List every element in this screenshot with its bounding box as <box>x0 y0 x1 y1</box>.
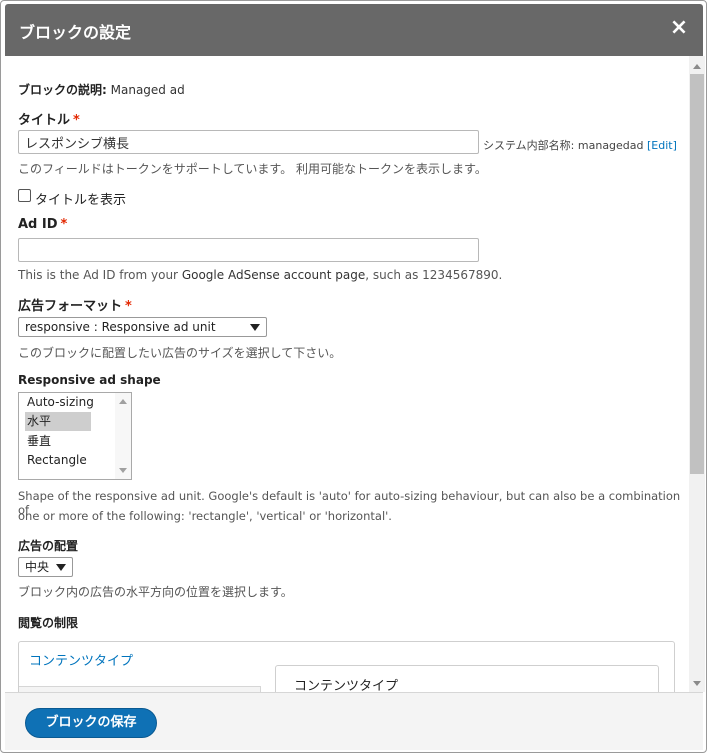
listbox-scrollbar[interactable] <box>115 393 131 479</box>
content-types-pane: コンテンツタイプ <box>275 665 659 692</box>
ad-format-label: 広告フォーマット * <box>18 295 132 314</box>
ad-shape-option[interactable]: Rectangle <box>25 451 87 470</box>
chevron-down-icon <box>250 324 260 331</box>
ad-shape-listbox[interactable]: Auto-sizing 水平 垂直 Rectangle <box>18 392 132 480</box>
dialog-scrollbar[interactable] <box>689 56 705 692</box>
alignment-label: 広告の配置 <box>18 539 79 553</box>
ad-shape-label: Responsive ad shape <box>18 373 161 387</box>
required-mark: * <box>125 299 132 314</box>
ad-id-help-prefix: This is the Ad ID from your <box>18 268 178 282</box>
ad-id-input[interactable] <box>18 238 479 262</box>
machine-name-value: managedad <box>577 139 644 152</box>
alignment-selected: 中央 <box>25 560 50 574</box>
dialog-content[interactable]: ブロックの説明: Managed ad タイトル* システム内部名称: mana… <box>5 56 689 692</box>
display-title-label[interactable]: タイトルを表示 <box>35 189 126 208</box>
required-mark: * <box>73 113 80 128</box>
ad-id-label-text: Ad ID <box>18 217 58 232</box>
ad-shape-help-line2: one or more of the following: 'rectangle… <box>18 509 392 523</box>
scrollbar-thumb[interactable] <box>690 74 704 474</box>
scroll-down-icon[interactable] <box>119 468 127 473</box>
machine-name-edit-link[interactable]: [Edit] <box>647 139 677 152</box>
ad-format-label-text: 広告フォーマット <box>18 299 123 314</box>
content-types-title: コンテンツタイプ <box>294 679 399 692</box>
visibility-label: 閲覧の制限 <box>18 616 79 630</box>
title-field-label: タイトル * <box>18 109 80 128</box>
ad-id-help: This is the Ad ID from your Google AdSen… <box>18 268 502 282</box>
chevron-down-icon <box>56 564 66 571</box>
alignment-help: ブロック内の広告の水平方向の位置を選択します。 <box>18 585 293 599</box>
title-help: このフィールドはトークンをサポートしています。 利用可能なトークンを表示します。 <box>18 162 487 176</box>
display-title-checkbox[interactable] <box>18 189 31 202</box>
close-icon[interactable]: × <box>669 16 689 40</box>
ad-shape-option-selected[interactable]: 水平 <box>25 412 91 431</box>
ad-shape-option[interactable]: Auto-sizing <box>25 393 94 412</box>
alignment-select[interactable]: 中央 <box>18 557 73 577</box>
scroll-up-icon[interactable] <box>693 64 701 69</box>
save-block-button[interactable]: ブロックの保存 <box>25 708 157 738</box>
ad-id-label: Ad ID * <box>18 217 67 232</box>
scroll-up-icon[interactable] <box>119 399 127 404</box>
machine-name-label: システム内部名称: <box>483 139 575 152</box>
title-label-text: タイトル <box>18 113 71 128</box>
block-description: ブロックの説明: Managed ad <box>18 81 185 98</box>
block-description-label: ブロックの説明: <box>18 83 107 97</box>
dialog-title: ブロックの設定 <box>19 23 132 42</box>
ad-id-help-suffix: , such as 1234567890. <box>365 268 503 282</box>
scroll-down-icon[interactable] <box>693 681 701 686</box>
visibility-tab-content-types[interactable]: コンテンツタイプ <box>29 650 133 669</box>
visibility-panel: コンテンツタイプ コンテンツタイプ <box>18 641 675 692</box>
adsense-account-link[interactable]: Google AdSense account page <box>182 268 365 282</box>
title-input[interactable] <box>18 130 479 154</box>
ad-format-help: このブロックに配置したい広告のサイズを選択して下さい。 <box>18 346 342 360</box>
ad-shape-option[interactable]: 垂直 <box>25 432 51 451</box>
ad-format-selected: responsive : Responsive ad unit <box>25 320 216 334</box>
required-mark: * <box>60 217 68 232</box>
dialog-titlebar: ブロックの設定 × <box>5 4 703 56</box>
machine-name: システム内部名称: managedad [Edit] <box>483 137 677 153</box>
ad-format-select[interactable]: responsive : Responsive ad unit <box>18 317 267 337</box>
block-settings-dialog: ブロックの設定 × ブロックの説明: Managed ad タイトル* システム… <box>0 0 707 753</box>
dialog-footer: ブロックの保存 <box>5 692 703 750</box>
block-description-value: Managed ad <box>110 83 185 97</box>
